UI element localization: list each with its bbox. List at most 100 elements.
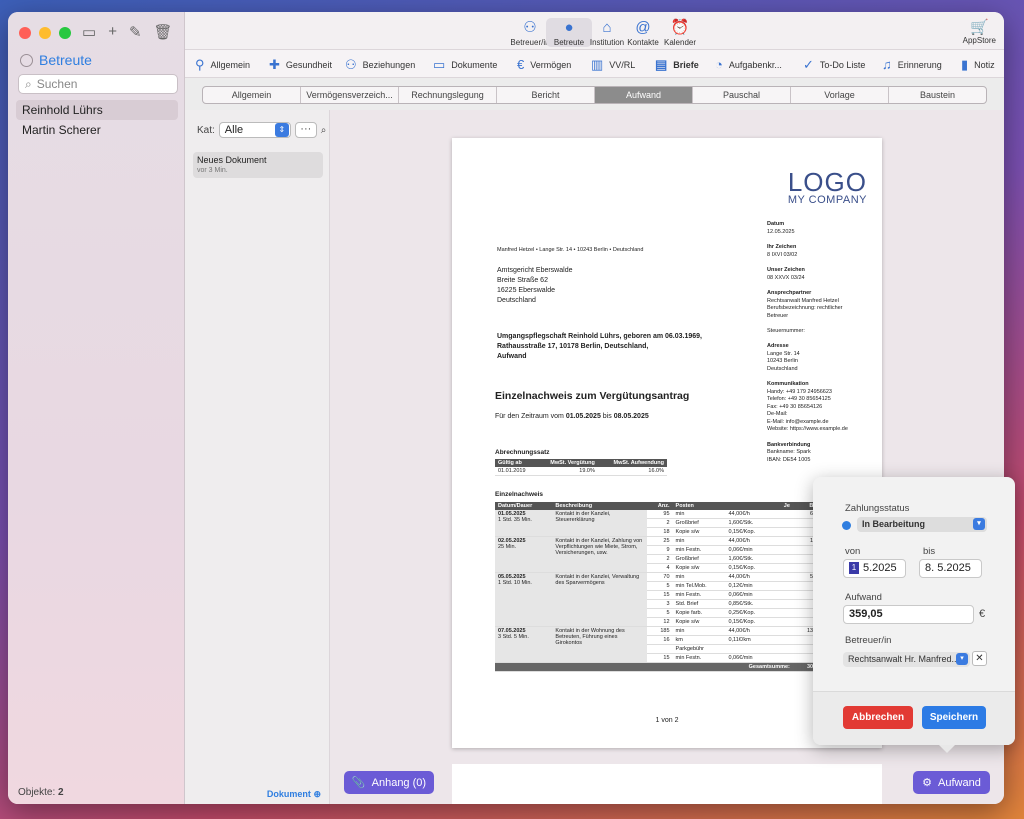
minimize-window-button[interactable] (39, 27, 51, 39)
close-window-button[interactable] (19, 27, 31, 39)
window-controls (19, 27, 71, 39)
toolbar-kalender[interactable]: ⏰ Kalender (657, 18, 703, 47)
tab-vermoegen[interactable]: € Vermögen (517, 57, 571, 72)
detail-cell: min (672, 572, 726, 582)
appstore-label: AppStore (962, 36, 996, 45)
detail-cell: min Festn. (672, 590, 726, 600)
betreuer-select[interactable]: Rechtsanwalt Hr. Manfred... ▾ (843, 652, 970, 667)
rate-header: Gültig ab (495, 459, 536, 467)
info-block: Ansprechpartner Rechtsanwalt Manfred Hetz… (767, 290, 877, 335)
sidebar-item-reinhold[interactable]: Reinhold Lührs (16, 100, 178, 120)
tab-todo[interactable]: ✓ To-Do Liste (803, 57, 865, 73)
tab-briefe[interactable]: ▤ Briefe (655, 57, 699, 73)
search-icon: ⌕ (25, 76, 32, 91)
cancel-button[interactable]: Abbrechen (843, 706, 913, 729)
seg-vermoegensverzeichnis[interactable]: Vermögensverzeich... (301, 87, 399, 103)
von-date-field[interactable]: 1 5.2025 (843, 559, 906, 578)
sidebar-toggle-icon[interactable]: ▭ (82, 23, 96, 41)
tab-beziehungen[interactable]: ⚇ Beziehungen (345, 57, 415, 73)
seg-allgemein[interactable]: Allgemein (203, 87, 301, 103)
detail-cell: Großbrief (672, 518, 726, 528)
logo-subtext: MY COMPANY (787, 194, 867, 206)
info-block: Datum 12.05.2025 (767, 221, 877, 236)
info-line: Telefon: +49 30 85654125 (767, 396, 831, 402)
sidebar-item-martin[interactable]: Martin Scherer (16, 120, 178, 140)
info-line: Handy: +49 179 24956623 (767, 388, 832, 395)
row-description: Kontakt in der Kanzlei, Steuererklärung (552, 510, 648, 537)
tab-gesundheit[interactable]: ✚ Gesundheit (269, 57, 332, 73)
tab-aufgabenkreis[interactable]: ◔ Aufgabenkr... (715, 57, 782, 72)
document-list-item[interactable]: Neues Dokument vor 3 Min. (193, 152, 323, 178)
appstore-button[interactable]: 🛒 AppStore (963, 18, 996, 45)
category-select[interactable]: Alle ⇕ (218, 122, 291, 138)
add-icon[interactable]: + (108, 23, 117, 41)
info-line: Betreuer (767, 312, 789, 319)
sender-line: Manfred Hetzel • Lange Str. 14 • 10243 B… (497, 247, 644, 253)
info-line: 8 IXVI 03/02 (767, 251, 798, 258)
address-line: Amtsgericht Eberswalde (497, 267, 573, 274)
category-filter: Kat: Alle ⇕ ··· ⌕ (197, 122, 326, 138)
search-placeholder: Suchen (36, 77, 78, 91)
tab-dokumente[interactable]: ▭ Dokumente (433, 57, 497, 73)
detail-cell: min (672, 510, 726, 519)
paperclip-icon: 📎 (351, 777, 366, 789)
toolbar-label: Institution (589, 38, 625, 47)
subject-line: Rathausstraße 17, 10178 Berlin, Deutschl… (497, 343, 649, 350)
edit-icon[interactable]: ✎ (129, 23, 142, 41)
bis-date-field[interactable]: 8. 5.2025 (919, 559, 982, 578)
popover-footer: Abbrechen Speichern (813, 691, 1015, 745)
attachment-button[interactable]: 📎 Anhang (0) (344, 771, 434, 794)
detail-cell: 15 (647, 590, 673, 600)
save-button[interactable]: Speichern (922, 706, 986, 729)
filter-icon[interactable] (20, 53, 33, 67)
euro-icon: € (517, 57, 525, 72)
aufwand-input[interactable]: 359,05 (843, 605, 974, 624)
tasks-icon: ◔ (715, 57, 723, 72)
subject-line: Umgangspflegschaft Reinhold Lührs, gebor… (497, 333, 702, 340)
tab-allgemein[interactable]: ⚲ Allgemein (195, 57, 250, 73)
seg-aufwand[interactable]: Aufwand (595, 87, 693, 103)
detail-cell: 2 (647, 518, 673, 528)
detail-cell: 0,12€/min (725, 581, 793, 591)
tab-notiz[interactable]: ▮ Notiz (961, 57, 995, 73)
search-input[interactable]: ⌕ Suchen (18, 74, 178, 94)
tab-label: Beziehungen (362, 60, 416, 70)
info-line: Lange Str. 14 (767, 350, 800, 357)
search-icon[interactable]: ⌕ (321, 125, 327, 136)
aufwand-button[interactable]: ⚙ Aufwand (913, 771, 990, 794)
tab-vvrl[interactable]: ▥ VV/RL (591, 57, 635, 73)
detail-cell: 44,00€/h (725, 626, 793, 636)
detail-cell: Kopie farb. (672, 608, 726, 618)
object-count-label: Objekte: (18, 787, 56, 798)
detail-cell: 0,15€/Kop. (725, 617, 793, 627)
tab-erinnerung[interactable]: ♫ Erinnerung (882, 57, 942, 72)
add-document-button[interactable]: Dokument ⊕ (267, 789, 321, 800)
more-button[interactable]: ··· (294, 122, 317, 138)
detail-cell: km (672, 635, 726, 645)
status-dot (842, 521, 851, 530)
tab-label: Vermögen (530, 59, 572, 70)
gear-icon: ⚙ (922, 777, 933, 789)
sidebar-title: Betreute (20, 52, 92, 68)
trash-icon[interactable]: 🗑 (154, 23, 173, 41)
row-duration: 1 Std. 10 Min. (498, 580, 532, 586)
seg-bericht[interactable]: Bericht (497, 87, 595, 103)
detail-cell: Std. Brief (672, 599, 726, 609)
row-description: Kontakt in der Wohnung des Betreuten, Fü… (552, 626, 648, 663)
document-list: Kat: Alle ⇕ ··· ⌕ Neues Dokument vor 3 Mi… (185, 110, 330, 804)
seg-baustein[interactable]: Baustein (889, 87, 986, 103)
rate-cell: 01.01.2019 (495, 467, 536, 476)
detail-cell: min Tel.Mob. (672, 581, 726, 591)
status-select[interactable]: In Bearbeitung ▾ (857, 517, 987, 532)
info-line: Fax: +49 30 85654126 (767, 403, 823, 410)
tab-label: Briefe (673, 60, 699, 70)
zoom-window-button[interactable] (59, 27, 71, 39)
seg-pauschal[interactable]: Pauschal (693, 87, 791, 103)
seg-vorlage[interactable]: Vorlage (791, 87, 889, 103)
seg-rechnungslegung[interactable]: Rechnungslegung (399, 87, 497, 103)
detail-cell (725, 644, 793, 654)
attachment-label: Anhang (0) (371, 776, 427, 789)
toolbar-label: Betreute (553, 38, 585, 47)
document-heading: Einzelnachweis zum Vergütungsantrag (495, 390, 690, 402)
clear-icon[interactable]: ✕ (972, 651, 987, 666)
